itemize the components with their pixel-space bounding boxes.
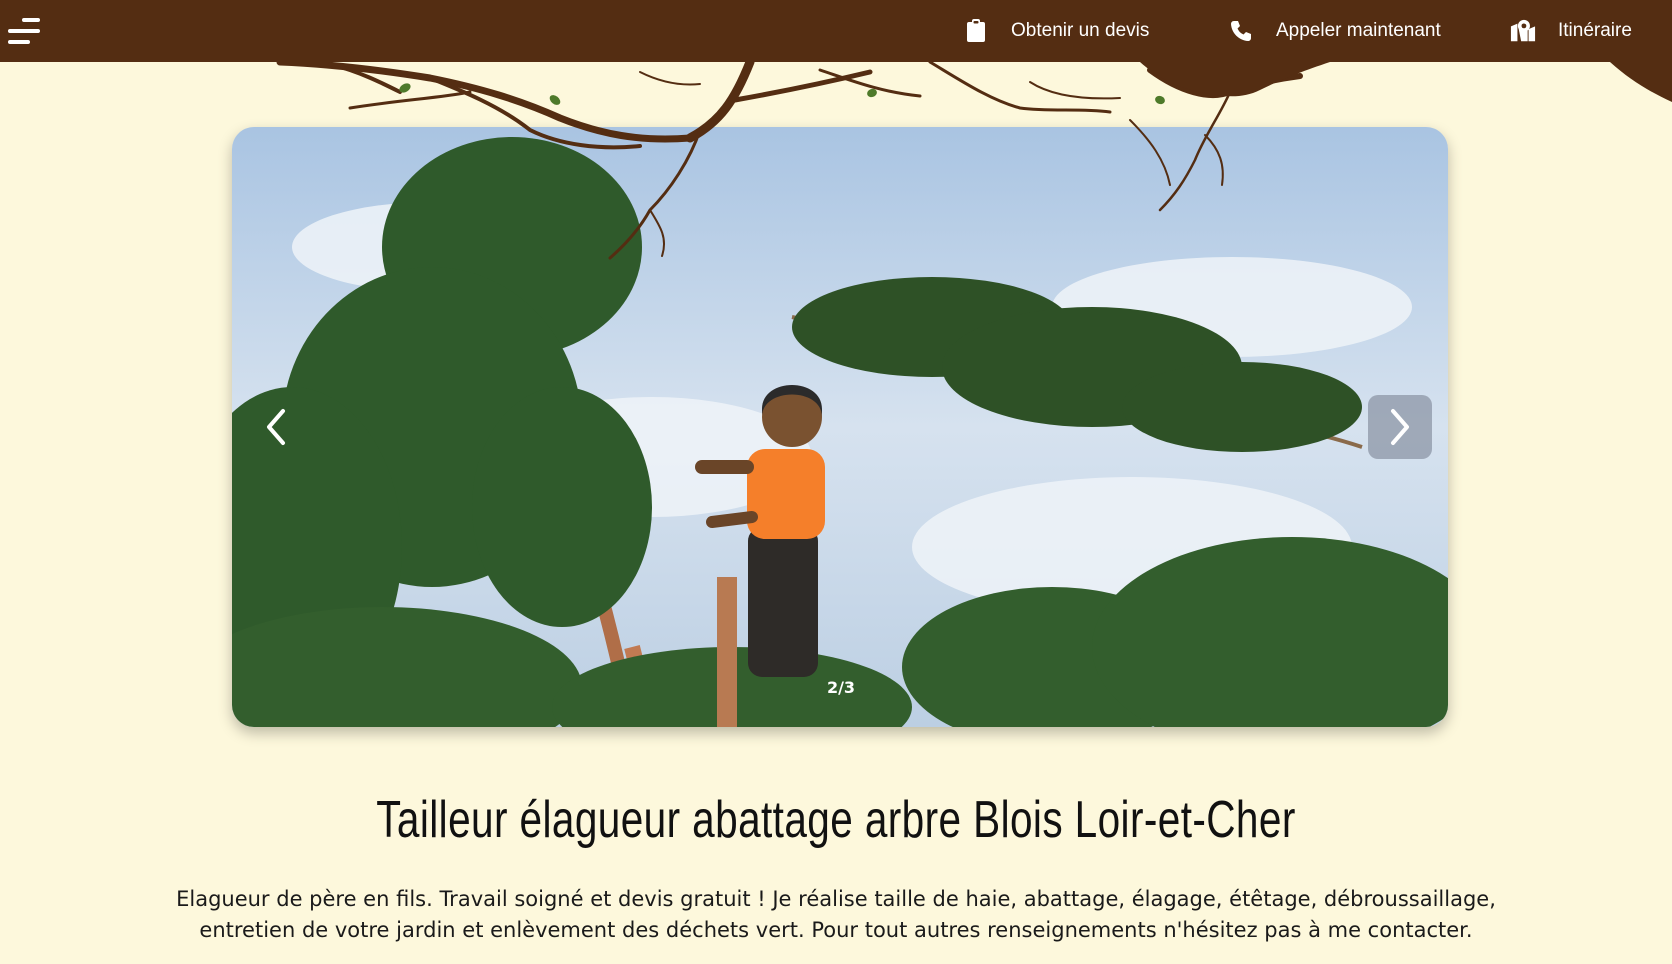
hamburger-menu-icon[interactable] [8,16,42,46]
get-quote-link[interactable]: Obtenir un devis [963,0,1149,62]
directions-label: Itinéraire [1558,20,1632,41]
tree-climber-photo [232,127,1448,727]
image-carousel: 2/3 [232,127,1448,727]
next-slide-button[interactable] [1368,395,1432,459]
intro-paragraph: Elagueur de père en fils. Travail soigné… [176,887,1496,942]
page-title: Tailleur élagueur abattage arbre Blois L… [376,791,1296,849]
call-now-label: Appeler maintenant [1276,20,1441,41]
get-quote-label: Obtenir un devis [1011,20,1150,41]
map-marker-icon [1510,18,1536,44]
chevron-right-icon [1391,409,1409,445]
clipboard-icon [963,18,989,44]
directions-link[interactable]: Itinéraire [1510,0,1632,62]
phone-icon [1228,18,1254,44]
slide-counter: 2/3 [826,678,856,697]
top-navigation-bar: Obtenir un devis Appeler maintenant Itin… [0,0,1672,62]
previous-slide-button[interactable] [244,395,308,459]
call-now-link[interactable]: Appeler maintenant [1228,0,1441,62]
chevron-left-icon [267,409,285,445]
